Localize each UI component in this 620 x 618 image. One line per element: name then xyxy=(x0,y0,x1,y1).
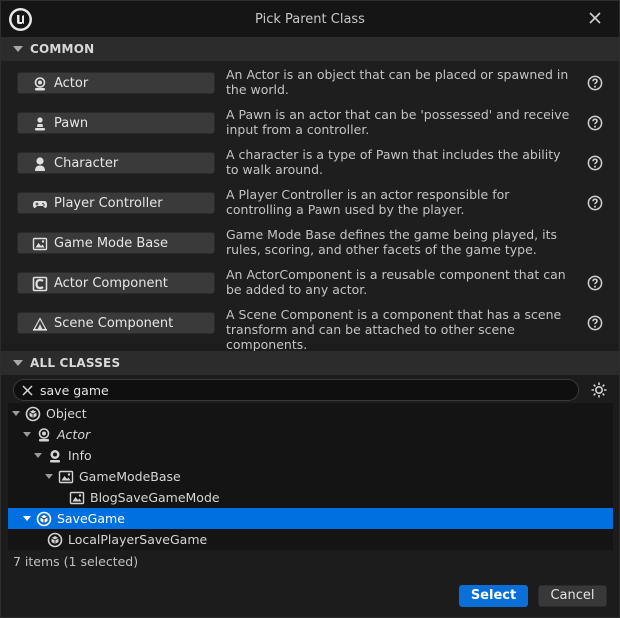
help-icon[interactable] xyxy=(587,75,603,91)
close-icon xyxy=(589,12,601,24)
help-icon[interactable] xyxy=(587,315,603,331)
tree-row-label: Info xyxy=(68,448,92,463)
dialog-title: Pick Parent Class xyxy=(255,12,365,27)
help-icon[interactable] xyxy=(587,195,603,211)
common-class-button-label: Game Mode Base xyxy=(54,236,169,251)
common-class-row: Game Mode Base Game Mode Base defines the… xyxy=(1,223,619,263)
class-tree: Object Actor Info GameModeBase BlogSaveGameM… xyxy=(8,403,613,550)
cancel-button[interactable]: Cancel xyxy=(538,585,607,607)
search-input[interactable] xyxy=(40,381,570,399)
scene-component-icon xyxy=(32,316,48,332)
select-button[interactable]: Select xyxy=(459,585,528,607)
tree-row-label: SaveGame xyxy=(57,511,125,526)
help-icon[interactable] xyxy=(587,275,603,291)
class-search-box[interactable] xyxy=(13,379,579,401)
pawn-icon xyxy=(32,116,48,132)
common-section-label: COMMON xyxy=(30,42,95,56)
help-icon[interactable] xyxy=(587,115,603,131)
tree-row[interactable]: Info xyxy=(8,445,613,466)
common-class-button[interactable]: Scene Component xyxy=(17,312,215,334)
common-class-row: Pawn A Pawn is an actor that can be 'poss… xyxy=(1,103,619,143)
expand-arrow-icon[interactable] xyxy=(23,432,31,437)
common-class-description: A Player Controller is an actor responsi… xyxy=(226,187,510,217)
common-class-button[interactable]: Pawn xyxy=(17,112,215,134)
tree-row-label: BlogSaveGameMode xyxy=(90,490,220,505)
tree-row[interactable]: GameModeBase xyxy=(8,466,613,487)
common-class-button[interactable]: Character xyxy=(17,152,215,174)
common-class-row: Actor Component An ActorComponent is a re… xyxy=(1,263,619,303)
common-class-row: Scene Component A Scene Component is a co… xyxy=(1,303,619,352)
common-class-button-label: Actor xyxy=(54,76,89,91)
tree-row[interactable]: Actor xyxy=(8,424,613,445)
expand-arrow-icon[interactable] xyxy=(23,516,31,521)
common-class-button[interactable]: Actor xyxy=(17,72,215,94)
common-class-description: An Actor is an object that can be placed… xyxy=(226,67,569,97)
common-class-row: Player Controller A Player Controller is … xyxy=(1,183,619,223)
common-class-button[interactable]: Game Mode Base xyxy=(17,232,215,254)
tree-row-label: Object xyxy=(46,406,87,421)
common-class-button-label: Scene Component xyxy=(54,316,174,331)
pick-parent-class-dialog: Pick Parent Class COMMON Actor An Actor i… xyxy=(0,0,620,618)
common-class-description: Game Mode Base defines the game being pl… xyxy=(226,227,557,257)
game-mode-icon xyxy=(58,469,74,484)
expand-arrow-icon[interactable] xyxy=(45,474,53,479)
tree-row[interactable]: LocalPlayerSaveGame xyxy=(8,529,613,550)
close-button[interactable] xyxy=(583,6,607,30)
expand-arrow-icon[interactable] xyxy=(12,411,20,416)
clear-search-icon[interactable] xyxy=(21,384,34,397)
common-class-button-label: Character xyxy=(54,156,119,171)
actor-icon xyxy=(32,76,48,92)
game-mode-icon xyxy=(69,490,85,505)
object-icon xyxy=(36,511,52,527)
tree-row[interactable]: Object xyxy=(8,403,613,424)
common-section-header[interactable]: COMMON xyxy=(1,37,619,61)
all-classes-section-header[interactable]: ALL CLASSES xyxy=(1,351,619,375)
common-class-description: A Pawn is an actor that can be 'possesse… xyxy=(226,107,570,137)
common-class-row: Actor An Actor is an object that can be p… xyxy=(1,63,619,103)
character-icon xyxy=(32,156,48,172)
common-class-button-label: Player Controller xyxy=(54,196,163,211)
gamepad-icon xyxy=(32,196,48,212)
all-classes-section-label: ALL CLASSES xyxy=(30,356,121,370)
collapse-arrow-icon xyxy=(13,46,23,52)
actor-icon xyxy=(36,427,51,442)
tree-row-label: LocalPlayerSaveGame xyxy=(68,532,208,547)
common-class-button[interactable]: Actor Component xyxy=(17,272,215,294)
common-class-button-label: Pawn xyxy=(54,116,89,131)
object-icon xyxy=(25,406,41,422)
common-class-description: A character is a type of Pawn that inclu… xyxy=(226,147,561,177)
common-class-description: An ActorComponent is a reusable componen… xyxy=(226,267,566,297)
common-class-button-label: Actor Component xyxy=(54,276,168,291)
game-mode-icon xyxy=(32,236,48,252)
common-class-button[interactable]: Player Controller xyxy=(17,192,215,214)
info-icon xyxy=(47,448,62,463)
help-icon[interactable] xyxy=(587,155,603,171)
tree-row[interactable]: SaveGame xyxy=(8,508,613,529)
item-count-status: 7 items (1 selected) xyxy=(13,554,139,569)
expand-arrow-icon[interactable] xyxy=(34,453,42,458)
common-classes-list: Actor An Actor is an object that can be p… xyxy=(1,61,619,352)
actor-component-icon xyxy=(32,276,48,292)
collapse-arrow-icon xyxy=(13,360,23,366)
tree-row[interactable]: BlogSaveGameMode xyxy=(8,487,613,508)
gear-icon[interactable] xyxy=(590,381,608,399)
tree-row-label: GameModeBase xyxy=(79,469,181,484)
object-icon xyxy=(47,532,63,548)
common-class-row: Character A character is a type of Pawn t… xyxy=(1,143,619,183)
title-bar: Pick Parent Class xyxy=(1,1,619,37)
common-class-description: A Scene Component is a component that ha… xyxy=(226,307,562,352)
tree-row-label: Actor xyxy=(57,427,91,442)
